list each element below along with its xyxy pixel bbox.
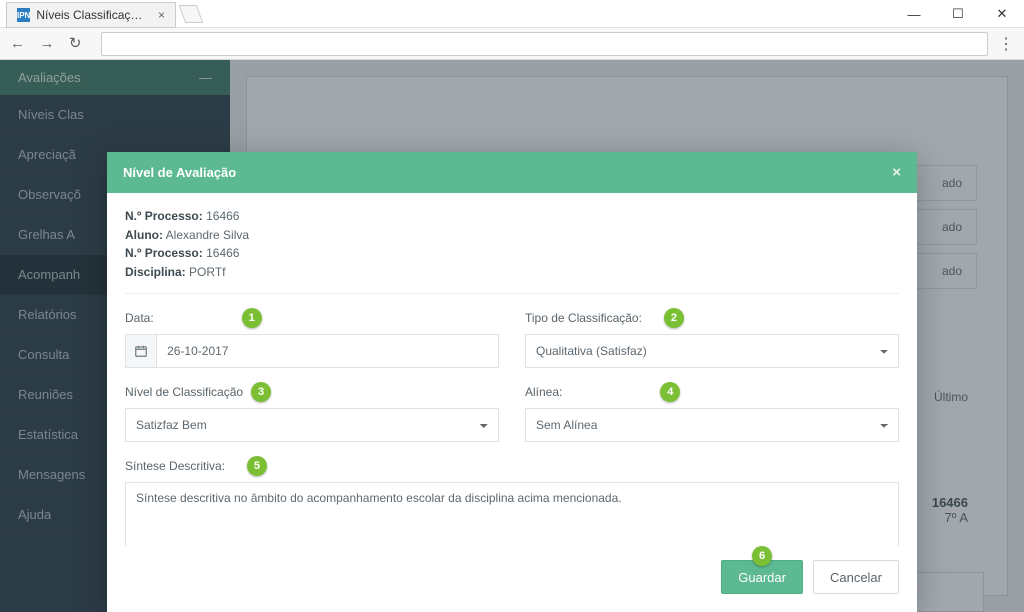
step-badge-2: 2 [664,308,684,328]
step-badge-4: 4 [660,382,680,402]
new-tab-button[interactable] [179,5,204,23]
info-aluno: Aluno: Alexandre Silva [125,226,899,245]
nivel-select[interactable]: Satizfaz Bem [125,408,499,442]
url-input[interactable] [101,32,988,56]
modal-title: Nível de Avaliação [123,165,236,180]
browser-toolbar: ← → ↻ ⋮ [0,28,1024,60]
reload-icon[interactable]: ↻ [69,35,82,52]
maximize-icon[interactable]: ☐ [936,0,980,28]
sintese-textarea[interactable]: Síntese descritiva no âmbito do acompanh… [125,482,899,546]
modal-nivel-avaliacao: Nível de Avaliação × N.º Processo: 16466… [107,152,917,612]
forward-icon[interactable]: → [39,35,54,52]
back-icon[interactable]: ← [10,35,25,52]
tab-title: Níveis Classificações | ne [36,8,148,22]
window-close-icon[interactable]: ✕ [980,0,1024,28]
modal-close-icon[interactable]: × [892,164,901,181]
label-nivel: Nível de Classificação [125,385,243,399]
label-alinea: Alínea: [525,385,562,399]
info-disciplina: Disciplina: PORTf [125,263,899,282]
label-tipo: Tipo de Classificação: [525,311,642,325]
browser-tab[interactable]: IPN Níveis Classificações | ne × [6,2,176,28]
step-badge-6: 6 [752,546,772,566]
alinea-select[interactable]: Sem Alínea [525,408,899,442]
label-sintese: Síntese Descritiva: [125,459,225,473]
modal-overlay: Nível de Avaliação × N.º Processo: 16466… [0,60,1024,612]
menu-icon[interactable]: ⋮ [998,34,1014,54]
data-input-wrap[interactable] [125,334,499,368]
tipo-select[interactable]: Qualitativa (Satisfaz) [525,334,899,368]
calendar-icon[interactable] [125,334,156,368]
step-badge-1: 1 [242,308,262,328]
step-badge-5: 5 [247,456,267,476]
close-icon[interactable]: × [158,8,165,22]
step-badge-3: 3 [251,382,271,402]
data-input[interactable] [156,334,499,368]
browser-titlebar: IPN Níveis Classificações | ne × — ☐ ✕ [0,0,1024,28]
minimize-icon[interactable]: — [892,0,936,28]
info-processo-2: N.º Processo: 16466 [125,244,899,263]
info-processo-1: N.º Processo: 16466 [125,207,899,226]
label-data: Data: [125,311,154,325]
tab-favicon: IPN [17,8,30,22]
cancelar-button[interactable]: Cancelar [813,560,899,594]
